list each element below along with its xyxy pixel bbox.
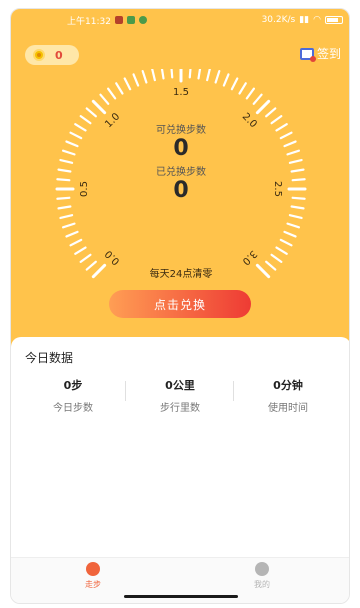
signal-icon: ▮▮ xyxy=(299,15,310,25)
tab-label: 走步 xyxy=(85,580,101,589)
header-panel: 上午11:32 30.2K/s ▮▮ ◠ 0 签到 0.0 0.5 1.0 1.5 2.… xyxy=(11,9,349,351)
stat-distance: 0公里 步行里数 xyxy=(130,377,230,414)
gauge-tick xyxy=(61,222,76,229)
divider xyxy=(233,381,234,401)
phone-screen: 上午11:32 30.2K/s ▮▮ ◠ 0 签到 0.0 0.5 1.0 1.5 2.… xyxy=(10,8,350,604)
status-time: 上午11:32 xyxy=(67,16,111,27)
gauge-tick xyxy=(230,77,239,91)
gauge-tick xyxy=(255,99,271,115)
status-right: 30.2K/s ▮▮ ◠ xyxy=(262,15,343,25)
gauge-tick xyxy=(74,246,87,255)
user-icon xyxy=(255,562,269,576)
redeemable-value: 0 xyxy=(173,136,189,161)
gauge-tick xyxy=(245,87,255,100)
calendar-icon xyxy=(299,47,316,62)
gauge-tick xyxy=(286,222,301,229)
gauge-tick xyxy=(65,230,79,238)
gauge-tick xyxy=(265,107,277,118)
redeemable-label: 可兑换步数 xyxy=(156,125,206,136)
redeemable-block: 可兑换步数 0 xyxy=(11,121,349,161)
gauge-tick xyxy=(91,99,107,115)
home-indicator xyxy=(124,595,238,598)
stat-steps: 0步 今日步数 xyxy=(23,377,123,414)
gauge-tick xyxy=(69,238,83,247)
gauge-tick-label: 3.0 xyxy=(240,248,259,267)
reset-note: 每天24点清零 xyxy=(149,269,213,280)
stat-value: 0公里 xyxy=(165,379,195,392)
walk-icon xyxy=(86,562,100,576)
today-title: 今日数据 xyxy=(25,351,74,365)
notification-icon xyxy=(126,16,135,24)
gauge-tick xyxy=(99,93,110,105)
gauge-tick xyxy=(270,253,283,263)
gauge-tick xyxy=(57,205,72,210)
redeemed-block: 已兑换步数 0 xyxy=(11,163,349,203)
gauge-tick xyxy=(141,69,148,84)
stat-label: 步行里数 xyxy=(160,403,200,414)
gauge-tick xyxy=(288,214,303,220)
network-speed: 30.2K/s xyxy=(261,15,296,25)
signin-button[interactable]: 签到 xyxy=(299,45,341,62)
gauge-tick xyxy=(290,205,305,210)
status-bar: 上午11:32 30.2K/s ▮▮ ◠ xyxy=(11,9,349,31)
gauge-tick xyxy=(283,230,297,238)
gauge-tick xyxy=(188,69,192,79)
stat-value: 0步 xyxy=(63,379,83,392)
coin-balance[interactable]: 0 xyxy=(25,45,79,65)
tab-walk[interactable]: 走步 xyxy=(63,562,123,590)
gauge-tick xyxy=(252,93,263,105)
divider xyxy=(125,381,126,401)
gauge-tick xyxy=(107,87,117,100)
gauge-tick xyxy=(151,69,156,82)
gauge-tick xyxy=(59,214,74,220)
redeemed-label: 已兑换步数 xyxy=(156,167,206,178)
shield-icon xyxy=(138,16,147,24)
gauge-tick xyxy=(197,69,202,80)
stat-value: 0分钟 xyxy=(273,379,303,392)
tab-label: 我的 xyxy=(254,580,270,589)
gauge-tick xyxy=(214,69,221,84)
gauge-tick xyxy=(79,253,92,263)
gauge-tick xyxy=(115,82,124,95)
gauge-tick xyxy=(238,82,247,95)
battery-icon xyxy=(325,16,343,24)
gauge-tick xyxy=(279,238,293,247)
gauge-tick xyxy=(132,73,140,87)
redeem-button[interactable]: 点击兑换 xyxy=(109,290,251,318)
stat-label: 今日步数 xyxy=(53,403,93,414)
wifi-icon: ◠ xyxy=(313,15,321,25)
coin-icon xyxy=(33,49,45,61)
today-card: 今日数据 0步 今日步数 0公里 步行里数 0分钟 使用时间 xyxy=(11,337,349,567)
gauge-tick-label: 1.5 xyxy=(173,87,189,98)
tab-mine[interactable]: 我的 xyxy=(232,562,292,590)
coin-count: 0 xyxy=(55,48,63,62)
redeemed-value: 0 xyxy=(173,178,189,203)
gauge-tick xyxy=(275,246,288,255)
gauge-tick xyxy=(85,107,97,118)
gauge-tick-label: 0.0 xyxy=(103,248,122,267)
stat-time: 0分钟 使用时间 xyxy=(238,377,338,414)
notification-icon xyxy=(114,16,123,24)
gauge-tick xyxy=(206,69,211,82)
signin-label: 签到 xyxy=(316,47,341,61)
gauge-tick xyxy=(222,73,230,87)
gauge-tick xyxy=(160,69,165,80)
stat-label: 使用时间 xyxy=(268,403,308,414)
gauge-tick xyxy=(170,69,174,79)
gauge-tick xyxy=(123,77,132,91)
